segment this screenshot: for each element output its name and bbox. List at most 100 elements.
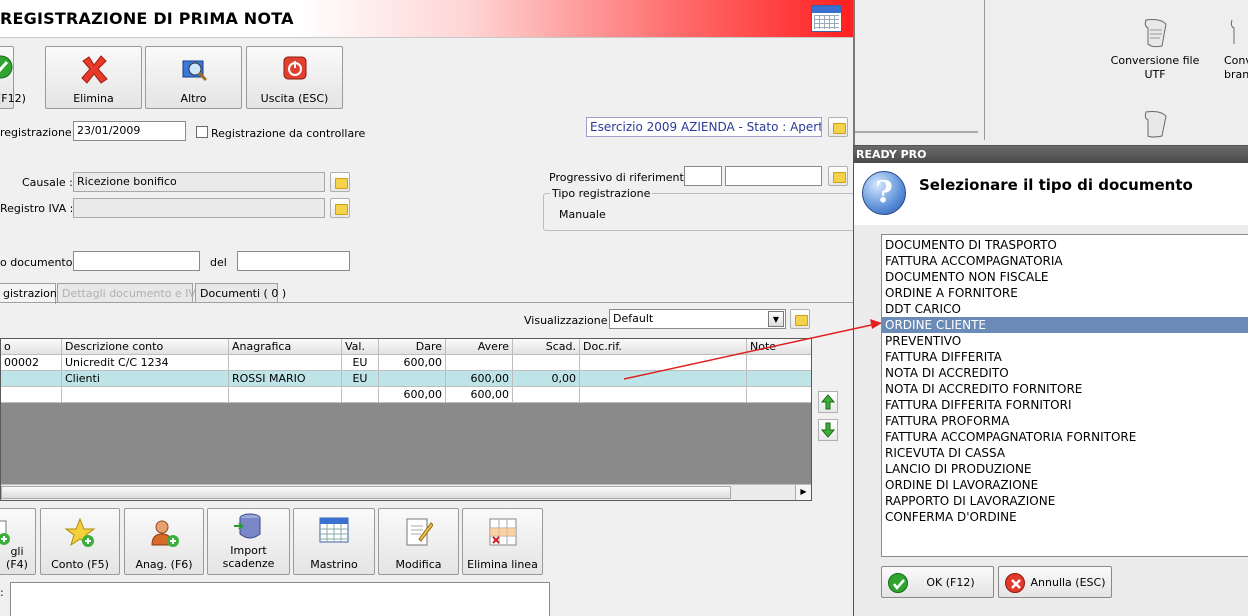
to-check-checkbox[interactable]: [196, 126, 208, 138]
question-icon: ?: [862, 171, 906, 215]
doc-number-label: o documento :: [0, 256, 80, 269]
fiscal-folder-icon[interactable]: [828, 117, 848, 137]
dialog-ok-button[interactable]: OK (F12): [881, 566, 994, 598]
del-label: del: [210, 256, 227, 269]
list-item[interactable]: PREVENTIVO: [882, 333, 1248, 349]
view-select[interactable]: Default ▼: [609, 309, 786, 329]
desktop-divider: [855, 131, 978, 133]
ledger-button[interactable]: Mastrino: [293, 508, 375, 575]
list-item[interactable]: FATTURA PROFORMA: [882, 413, 1248, 429]
ledger-label: Mastrino: [310, 558, 358, 571]
check-icon: [888, 573, 908, 593]
red-x-icon: [79, 55, 109, 88]
cell-scad: 0,00: [513, 371, 580, 387]
tab-registrazione[interactable]: gistrazione: [0, 283, 64, 304]
delete-button[interactable]: Elimina: [45, 46, 142, 109]
import-due-dates-label: Import scadenze: [222, 544, 275, 570]
col-docrif[interactable]: Doc.rif.: [580, 339, 747, 355]
col-val[interactable]: Val.: [342, 339, 379, 355]
edit-label: Modifica: [395, 558, 442, 571]
list-item[interactable]: DDT CARICO: [882, 301, 1248, 317]
list-item[interactable]: DOCUMENTO NON FISCALE: [882, 269, 1248, 285]
desktop-icon-utf[interactable]: Conversione file UTF: [1110, 16, 1200, 82]
scroll-right-icon[interactable]: ▶: [795, 485, 811, 500]
list-item[interactable]: CONFERMA D'ORDINE: [882, 509, 1248, 525]
entries-grid[interactable]: o Descrizione conto Anagrafica Val. Dare…: [0, 338, 812, 501]
desktop-icon-3[interactable]: [1140, 108, 1170, 142]
other-button[interactable]: Altro: [145, 46, 242, 109]
prima-nota-window: REGISTRAZIONE DI PRIMA NOTA (F12) Elimin…: [0, 0, 853, 616]
cell-dare: 600,00: [379, 387, 446, 403]
dialog-message: Selezionare il tipo di documento: [919, 176, 1193, 194]
ok-button[interactable]: (F12): [0, 46, 26, 109]
list-item[interactable]: FATTURA ACCOMPAGNATORIA: [882, 253, 1248, 269]
progressive-label: Progressivo di riferimento :: [549, 171, 698, 184]
list-item-selected[interactable]: ORDINE CLIENTE: [882, 317, 1248, 333]
tab-divider: [0, 302, 853, 303]
horizontal-scrollbar[interactable]: ▶: [1, 484, 811, 500]
dialog-cancel-button[interactable]: Annulla (ESC): [998, 566, 1112, 598]
progressive-input-2[interactable]: [725, 166, 822, 186]
exit-button[interactable]: Uscita (ESC): [246, 46, 343, 109]
document-type-list[interactable]: DOCUMENTO DI TRASPORTO FATTURA ACCOMPAGN…: [881, 234, 1248, 557]
doc-number-input[interactable]: [73, 251, 200, 271]
progressive-folder-icon[interactable]: [828, 166, 848, 186]
causale-folder-icon[interactable]: [330, 172, 350, 192]
delete-line-button[interactable]: Elimina linea: [462, 508, 543, 575]
reg-type-group: Tipo registrazione Manuale: [543, 187, 853, 231]
progressive-input-1[interactable]: [684, 166, 722, 186]
chevron-down-icon[interactable]: ▼: [768, 311, 784, 327]
view-folder-icon[interactable]: [790, 309, 810, 329]
col-anag[interactable]: Anagrafica: [229, 339, 342, 355]
list-item[interactable]: FATTURA DIFFERITA FORNITORI: [882, 397, 1248, 413]
tab-dettagli[interactable]: Dettagli documento e IVA: [57, 283, 203, 303]
list-item[interactable]: RICEVUTA DI CASSA: [882, 445, 1248, 461]
registro-input[interactable]: [73, 198, 325, 218]
registro-folder-icon[interactable]: [330, 198, 350, 218]
delete-label: Elimina: [73, 92, 114, 105]
list-item[interactable]: LANCIO DI PRODUZIONE: [882, 461, 1248, 477]
list-item[interactable]: ORDINE DI LAVORAZIONE: [882, 477, 1248, 493]
move-up-button[interactable]: [818, 391, 838, 413]
col-scad[interactable]: Scad.: [513, 339, 580, 355]
ok-label: (F12): [0, 92, 26, 105]
cell-anag: [229, 355, 342, 371]
col-descr[interactable]: Descrizione conto: [62, 339, 229, 355]
desktop-icon-brand-label: Conve brand: [1224, 54, 1248, 81]
list-item[interactable]: NOTA DI ACCREDITO FORNITORE: [882, 381, 1248, 397]
causale-input[interactable]: Ricezione bonifico: [73, 172, 325, 192]
registry-button[interactable]: Anag. (F6): [124, 508, 204, 575]
date-input[interactable]: 23/01/2009: [73, 121, 186, 141]
list-item[interactable]: DOCUMENTO DI TRASPORTO: [882, 237, 1248, 253]
move-down-button[interactable]: [818, 419, 838, 441]
registry-label: Anag. (F6): [135, 558, 193, 571]
desktop-icon-brand[interactable]: Conve brand: [1218, 16, 1248, 82]
tab-documenti[interactable]: Documenti ( 0 ): [195, 283, 286, 303]
calendar-icon[interactable]: [811, 5, 842, 32]
account-label: Conto (F5): [51, 558, 109, 571]
list-item[interactable]: RAPPORTO DI LAVORAZIONE: [882, 493, 1248, 509]
list-item[interactable]: NOTA DI ACCREDITO: [882, 365, 1248, 381]
database-import-icon: [233, 513, 264, 544]
scroll-thumb[interactable]: [1, 486, 731, 499]
import-due-dates-button[interactable]: Import scadenze: [207, 508, 290, 575]
del-input[interactable]: [237, 251, 350, 271]
reg-type-group-title: Tipo registrazione: [550, 187, 653, 200]
list-item[interactable]: FATTURA DIFFERITA: [882, 349, 1248, 365]
cell-avere: 600,00: [446, 371, 513, 387]
edit-button[interactable]: Modifica: [378, 508, 459, 575]
view-label: Visualizzazione :: [524, 314, 615, 327]
list-item[interactable]: FATTURA ACCOMPAGNATORIA FORNITORE: [882, 429, 1248, 445]
account-button[interactable]: Conto (F5): [40, 508, 120, 575]
details-button[interactable]: gli (F4): [0, 508, 36, 575]
list-item[interactable]: ORDINE A FORNITORE: [882, 285, 1248, 301]
col-avere[interactable]: Avere: [446, 339, 513, 355]
note-textarea[interactable]: [10, 582, 550, 616]
desktop-separator: [984, 0, 985, 140]
col-code[interactable]: o: [1, 339, 62, 355]
cell-code: [1, 371, 62, 387]
col-dare[interactable]: Dare: [379, 339, 446, 355]
col-note[interactable]: Note: [747, 339, 811, 355]
reg-type-value: Manuale: [559, 208, 606, 221]
scroll-icon: [1144, 19, 1167, 48]
